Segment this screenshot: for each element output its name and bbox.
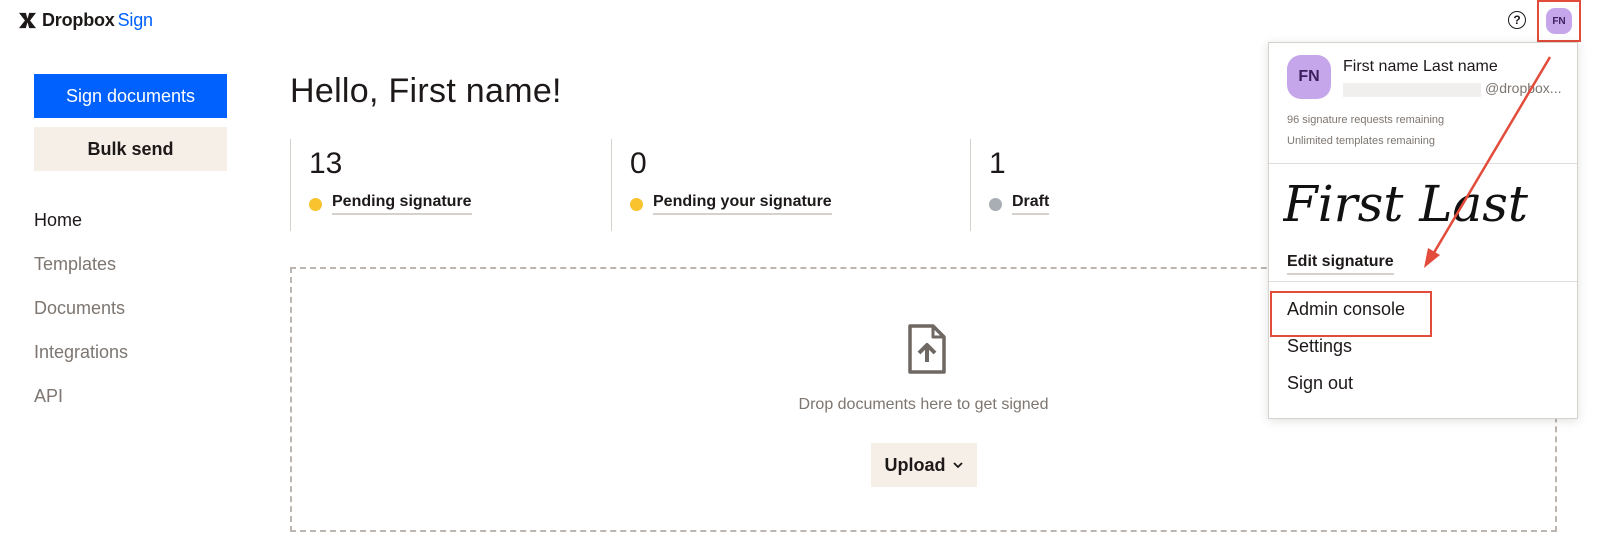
menu-item-settings[interactable]: Settings [1287,336,1352,357]
template-quota: Unlimited templates remaining [1287,135,1435,147]
upload-file-icon [908,324,946,374]
user-email: @dropbox... [1485,80,1562,96]
signature-text: First Last [1283,175,1529,233]
chevron-down-icon [952,462,963,469]
sign-documents-button[interactable]: Sign documents [34,74,227,118]
sidebar-nav: Home Templates Documents Integrations AP… [34,205,128,425]
stat-label[interactable]: Pending your signature [653,193,832,215]
sidebar-item-templates[interactable]: Templates [34,249,128,293]
menu-item-sign-out[interactable]: Sign out [1287,373,1353,394]
upload-button[interactable]: Upload [871,443,977,487]
stat-count: 0 [630,147,647,180]
status-dot-icon [630,197,643,211]
account-avatar-button[interactable]: FN [1537,0,1581,42]
logo-text: Dropbox Sign [42,10,153,31]
stat-pending-your-signature[interactable]: 0 Pending your signature [611,139,969,231]
stat-draft[interactable]: 1 Draft [970,139,1260,231]
stat-pending-signature[interactable]: 13 Pending signature [290,139,610,231]
menu-divider [1269,163,1577,164]
brand-name: Dropbox [42,10,115,30]
edit-signature-link[interactable]: Edit signature [1287,253,1394,275]
signature-quota: 96 signature requests remaining [1287,114,1445,126]
product-name: Sign [117,10,153,30]
help-glyph: ? [1513,13,1521,27]
sidebar-item-api[interactable]: API [34,381,128,425]
stat-count: 13 [309,147,343,180]
stat-count: 1 [989,147,1006,180]
dropbox-logo-icon [19,12,36,29]
admin-console-highlight-box [1270,291,1432,337]
menu-divider [1269,281,1577,282]
dropbox-sign-logo[interactable]: Dropbox Sign [19,10,153,31]
stat-label[interactable]: Draft [1012,193,1050,215]
page-title: Hello, First name! [290,72,562,110]
signature-preview: First Last [1283,175,1529,233]
account-menu: FN First name Last name @dropbox... 96 s… [1268,42,1578,419]
bulk-send-button[interactable]: Bulk send [34,127,227,171]
avatar: FN [1546,8,1572,34]
status-dot-icon [309,197,322,211]
stat-label[interactable]: Pending signature [332,193,472,215]
status-dot-icon [989,197,1002,211]
upload-label: Upload [884,454,946,475]
user-name: First name Last name [1343,58,1498,75]
sidebar-item-documents[interactable]: Documents [34,293,128,337]
sidebar-item-integrations[interactable]: Integrations [34,337,128,381]
email-redaction [1343,83,1481,97]
help-icon[interactable]: ? [1508,11,1526,29]
sidebar-item-home[interactable]: Home [34,205,128,249]
avatar: FN [1287,55,1331,99]
